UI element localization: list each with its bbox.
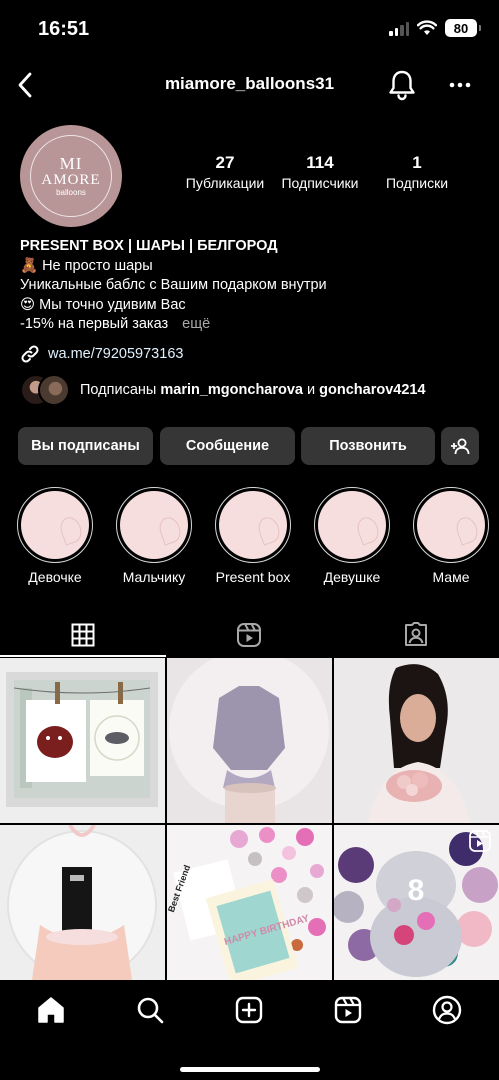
add-person-icon xyxy=(451,438,470,455)
wifi-icon xyxy=(417,20,437,35)
bell-icon xyxy=(389,70,415,101)
profile-avatar[interactable]: MI AMORE balloons xyxy=(20,125,122,227)
highlight-cover xyxy=(215,487,291,563)
post-image xyxy=(167,658,332,823)
post-image xyxy=(0,658,165,823)
stat-following[interactable]: 1 Подписки xyxy=(375,153,459,191)
stat-value: 1 xyxy=(412,153,422,172)
status-time: 16:51 xyxy=(38,18,90,40)
story-highlight[interactable]: Маме xyxy=(411,487,491,585)
message-button[interactable]: Сообщение xyxy=(160,427,295,465)
home-indicator xyxy=(179,1067,320,1072)
post-thumbnail[interactable] xyxy=(0,825,165,990)
highlight-cover xyxy=(314,487,390,563)
plus-square-icon xyxy=(235,996,263,1024)
following-button[interactable]: Вы подписаны xyxy=(18,427,153,465)
story-highlight[interactable]: Мальчику xyxy=(114,487,194,585)
nav-reels[interactable] xyxy=(328,994,368,1026)
follower-avatar xyxy=(38,374,70,406)
tab-posts-grid[interactable] xyxy=(0,612,166,657)
highlight-label: Девушке xyxy=(323,569,381,585)
stat-value: 114 xyxy=(306,153,334,172)
tagged-icon xyxy=(405,621,427,646)
stat-value: 27 xyxy=(215,153,235,172)
bio-line: -15% на первый заказ xyxy=(20,316,169,332)
highlight-cover xyxy=(413,487,489,563)
tab-tagged[interactable] xyxy=(333,612,499,657)
profile-icon xyxy=(432,995,462,1025)
highlight-label: Present box xyxy=(215,569,291,585)
link-icon xyxy=(21,345,39,363)
reels-icon xyxy=(334,996,362,1024)
bottom-navigation xyxy=(0,980,499,1080)
profile-link-text: wa.me/79205973163 xyxy=(48,346,184,362)
story-highlight[interactable]: Девочке xyxy=(15,487,95,585)
highlight-label: Девочке xyxy=(28,569,82,585)
profile-header: miamore_balloons31 xyxy=(0,60,499,110)
followed-by[interactable]: Подписаны marin_mgoncharova и goncharov4… xyxy=(20,374,426,406)
post-image xyxy=(0,825,165,980)
stat-label: Публикации xyxy=(185,175,265,191)
tab-reels[interactable] xyxy=(166,612,332,657)
profile-link[interactable]: wa.me/79205973163 xyxy=(20,344,183,364)
highlight-cover xyxy=(116,487,192,563)
post-image: HAPPY BIRTHDAY Best Friend xyxy=(167,825,332,987)
story-highlight[interactable]: Девушке xyxy=(312,487,392,585)
story-highlight[interactable]: Present box xyxy=(213,487,293,585)
followed-by-prefix: Подписаны xyxy=(80,382,157,398)
avatar-logo: MI AMORE balloons xyxy=(30,135,112,217)
post-thumbnail[interactable] xyxy=(334,658,499,823)
post-image: 8 xyxy=(334,825,499,980)
notifications-button[interactable] xyxy=(387,69,417,101)
logo-line-2: AMORE xyxy=(41,171,101,188)
profile-bio: PRESENT BOX | ШАРЫ | БЕЛГОРОД 🧸 Не прост… xyxy=(20,237,480,335)
call-button[interactable]: Позвонить xyxy=(301,427,435,465)
posts-grid: HAPPY BIRTHDAY Best Friend 8 xyxy=(0,658,499,987)
home-icon xyxy=(38,997,64,1023)
more-icon xyxy=(449,82,471,88)
post-image xyxy=(334,658,499,823)
search-icon xyxy=(137,997,164,1024)
suggest-users-button[interactable] xyxy=(441,427,479,465)
bio-line-last: -15% на первый заказ ещё xyxy=(20,315,480,335)
stat-label: Подписчики xyxy=(281,175,359,191)
status-icons: 80 xyxy=(389,19,481,37)
follower-username: marin_mgoncharova xyxy=(160,382,303,398)
profile-display-name: PRESENT BOX | ШАРЫ | БЕЛГОРОД xyxy=(20,238,278,254)
stat-label: Подписки xyxy=(385,175,449,191)
bio-line: Уникальные баблс с Вашим подарком внутри xyxy=(20,277,327,293)
grid-icon xyxy=(71,623,95,646)
battery-indicator: 80 xyxy=(445,19,481,37)
nav-home[interactable] xyxy=(31,994,71,1026)
post-thumbnail[interactable] xyxy=(167,658,332,823)
profile-username: miamore_balloons31 xyxy=(164,74,335,93)
logo-line-1: MI xyxy=(59,153,83,173)
highlight-label: Мальчику xyxy=(122,569,186,585)
follower-username: goncharov4214 xyxy=(319,382,426,398)
post-thumbnail[interactable]: 8 xyxy=(334,825,499,990)
logo-line-3: balloons xyxy=(56,187,86,197)
post-thumbnail[interactable] xyxy=(0,658,165,823)
active-tab-indicator xyxy=(0,655,166,657)
profile-stats: 27 Публикации 114 Подписчики 1 Подписки xyxy=(170,153,470,203)
signal-icon xyxy=(389,20,409,36)
balloon-number: 8 xyxy=(408,874,425,907)
bio-line: 🧸 Не просто шары xyxy=(20,257,153,274)
stat-posts[interactable]: 27 Публикации xyxy=(180,153,270,191)
status-bar: 16:51 80 xyxy=(0,0,499,60)
highlight-label: Маме xyxy=(432,569,470,585)
bio-more-link[interactable]: ещё xyxy=(182,316,210,332)
bio-line: 😍 Мы точно удивим Вас xyxy=(20,296,186,313)
stat-followers[interactable]: 114 Подписчики xyxy=(275,153,365,191)
reels-icon xyxy=(237,622,261,647)
post-thumbnail[interactable]: HAPPY BIRTHDAY Best Friend xyxy=(167,825,332,990)
nav-search[interactable] xyxy=(130,994,170,1026)
followed-by-text: Подписаны marin_mgoncharova и goncharov4… xyxy=(80,382,426,398)
nav-profile[interactable] xyxy=(427,994,467,1026)
more-options-button[interactable] xyxy=(447,72,473,98)
nav-create[interactable] xyxy=(229,994,269,1026)
highlight-cover xyxy=(17,487,93,563)
followed-by-conj: и xyxy=(307,382,316,398)
